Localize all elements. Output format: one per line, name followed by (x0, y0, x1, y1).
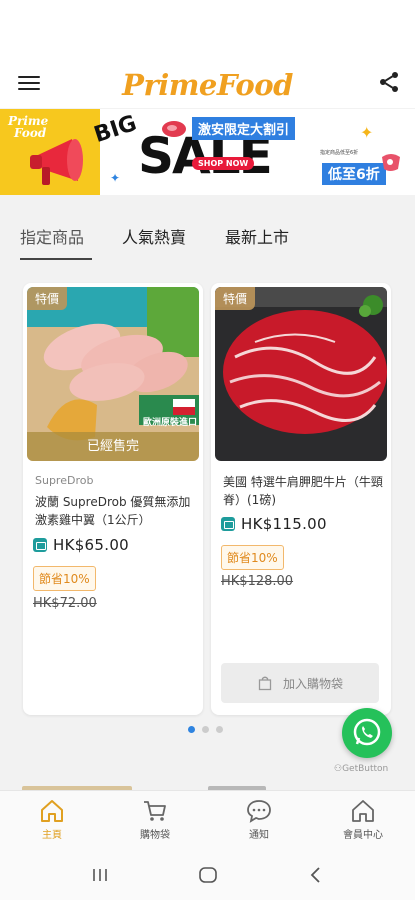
back-icon[interactable] (308, 866, 324, 884)
price-row: HK$115.00 (221, 515, 327, 533)
nav-member-center-label: 會員中心 (343, 830, 383, 841)
bottom-nav: 主頁 購物袋 通知 會員中心 (0, 790, 415, 850)
app-logo[interactable]: PrimeFood (122, 68, 293, 102)
sold-out-label: 已經售完 (27, 432, 199, 461)
member-price-icon (221, 517, 235, 531)
product-price: HK$115.00 (241, 515, 327, 533)
add-to-cart-label: 加入購物袋 (282, 676, 343, 691)
banner-promo-text: 激安限定大割引 (192, 117, 296, 140)
nav-cart[interactable]: 購物袋 (120, 799, 190, 841)
add-to-cart-button[interactable]: 加入購物袋 (221, 663, 379, 703)
getbutton-link[interactable]: ⚇GetButton (334, 764, 388, 774)
original-price: HK$72.00 (33, 596, 97, 611)
tab-indicator (20, 258, 92, 260)
banner-shop-now: SHOP NOW (192, 157, 255, 170)
image-caption: 歐洲原裝進口 (143, 418, 198, 428)
original-price: HK$128.00 (221, 574, 294, 589)
app-bar: PrimeFood (0, 60, 415, 108)
menu-icon[interactable] (18, 72, 40, 94)
shopping-bag-icon (258, 676, 272, 691)
chat-icon (247, 800, 271, 823)
discount-tag: 節省10% (33, 566, 96, 591)
member-price-icon (33, 538, 47, 552)
beef-photo (215, 287, 387, 461)
cart-icon (144, 801, 166, 821)
banner-note: 指定商品低至6折 (320, 150, 359, 156)
promo-banner[interactable]: Prime Food BIG SALE SHOP NOW 激安限定大割引 指定商… (0, 109, 415, 195)
category-tabs: 指定商品 人氣熱賣 最新上市 (0, 210, 415, 260)
product-title[interactable]: 美國 特選牛肩胛肥牛片（牛頸脊）(1磅) (223, 473, 383, 509)
megaphone-icon (30, 139, 83, 185)
sparkle-icon: ✦ (360, 123, 374, 142)
recent-apps-icon[interactable] (90, 867, 110, 883)
nav-cart-label: 購物袋 (140, 830, 170, 841)
carousel-indicator (188, 726, 223, 733)
whatsapp-icon (353, 718, 381, 746)
banner-discount: 低至6折 (322, 163, 386, 185)
meat-icon (162, 121, 186, 137)
price-row: HK$65.00 (33, 536, 129, 554)
home-icon (41, 800, 63, 822)
system-nav-bar (0, 850, 415, 900)
sale-badge: 特價 (27, 287, 68, 310)
nav-notifications[interactable]: 通知 (224, 799, 294, 841)
product-price: HK$65.00 (53, 536, 130, 554)
tab-popular[interactable]: 人氣熱賣 (122, 224, 186, 248)
product-brand: SupreDrob (35, 474, 94, 487)
carousel-dot[interactable] (216, 726, 223, 733)
carousel-dot[interactable] (202, 726, 209, 733)
product-image[interactable]: 特價 (215, 287, 387, 461)
nav-home[interactable]: 主頁 (17, 799, 87, 841)
product-card[interactable]: 特價 美國 特選牛肩胛肥牛片（牛頸脊）(1磅) HK$115.00 節省10% … (211, 283, 391, 715)
getbutton-label: GetButton (342, 764, 389, 774)
whatsapp-button[interactable] (342, 708, 392, 758)
sale-badge: 特價 (215, 287, 256, 310)
sparkle-icon: ✦ (110, 171, 121, 185)
nav-member-center[interactable]: 會員中心 (328, 799, 398, 841)
status-bar (0, 0, 415, 60)
share-icon[interactable] (377, 70, 401, 94)
tab-new-arrivals[interactable]: 最新上市 (225, 224, 289, 248)
nav-notifications-label: 通知 (249, 830, 269, 841)
ham-icon (382, 154, 400, 171)
member-home-icon (352, 800, 374, 822)
tab-featured[interactable]: 指定商品 (20, 224, 84, 248)
discount-tag: 節省10% (221, 545, 284, 570)
product-card[interactable]: 特價 歐洲原裝進口 已經售完 SupreDrob 波蘭 SupreDrob 優質… (23, 283, 203, 715)
home-button-icon[interactable] (198, 866, 218, 884)
product-image[interactable]: 特價 歐洲原裝進口 已經售完 (27, 287, 199, 461)
nav-home-label: 主頁 (42, 830, 62, 841)
carousel-dot[interactable] (188, 726, 195, 733)
product-title[interactable]: 波蘭 SupreDrob 優質無添加激素雞中翼（1公斤） (35, 493, 195, 529)
